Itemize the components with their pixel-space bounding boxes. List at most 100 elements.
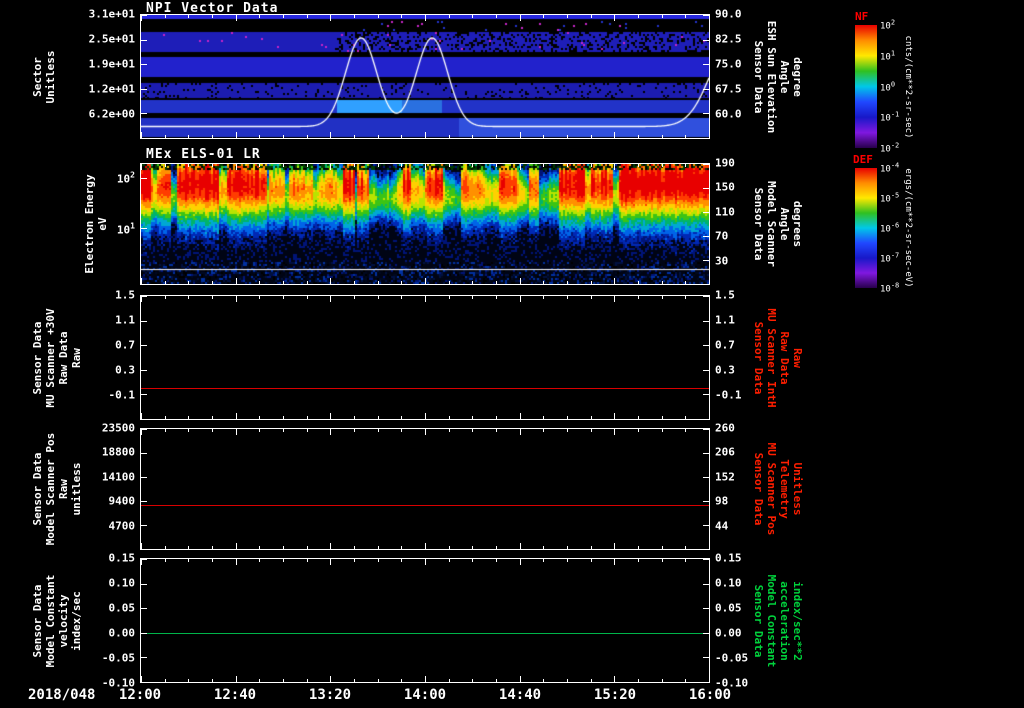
y-tick-label: 0.00 [108,626,136,640]
y-tick-mark [703,236,709,237]
y-tick-label: 0.15 [715,551,742,565]
x-tick-mark [307,429,308,432]
y-tick-label: 260 [715,421,735,435]
y-tick-mark [703,453,709,454]
y-tick-mark [141,501,147,502]
y-tick-label: 0.7 [115,338,135,352]
x-tick-mark [165,416,166,419]
x-tick-mark [212,679,213,682]
x-tick-mark [212,15,213,18]
colorbar-tick-label: 10-2 [880,141,900,155]
x-tick-mark [685,559,686,562]
x-tick-mark [709,132,710,138]
y-tick-label: 150 [715,180,735,194]
x-tick-mark [591,546,592,549]
x-tick-mark [354,679,355,682]
y-tick-label: 98 [715,494,729,508]
x-tick-mark [212,546,213,549]
y-tick-label: 101 [116,221,135,237]
colorbar-units-def: ergs/(cm**2-sr-sec-eV) [903,168,913,288]
colorbar-tick-label: 10-7 [880,251,900,265]
x-tick-mark [165,15,166,18]
x-tick-mark [567,679,568,682]
x-tick-mark [330,676,331,682]
y-tick-mark [141,584,147,585]
y-tick-mark [141,453,147,454]
x-tick-mark [449,559,450,562]
y-tick-label: 1.1 [115,313,135,327]
y-tick-mark [141,657,147,658]
y-tick-mark [703,370,709,371]
x-tick-mark [685,546,686,549]
x-axis-date-label: 2018/048 [28,687,96,703]
y-tick-label: 0.15 [108,551,136,565]
x-tick-mark [449,281,450,284]
x-tick-mark [378,164,379,167]
x-tick-mark [567,296,568,299]
x-tick-mark [638,429,639,432]
x-tick-mark [472,135,473,138]
x-tick-mark [259,546,260,549]
x-tick-mark [449,15,450,18]
y-tick-label: 1.9e+01 [88,57,135,71]
x-tick-mark [638,679,639,682]
x-tick-mark [259,164,260,167]
x-tick-mark [330,543,331,549]
x-tick-mark [709,164,710,170]
y-tick-label: -0.1 [715,388,742,402]
x-tick-mark [685,164,686,167]
x-tick-mark [614,132,615,138]
panel-els [140,163,710,285]
x-tick-mark [165,429,166,432]
x-tick-mark [378,546,379,549]
colorbar-label-nf: NF [855,10,869,23]
x-tick-mark [638,546,639,549]
x-tick-mark [307,559,308,562]
colorbar-tick-label: 10-1 [880,110,900,124]
x-tick-mark [638,135,639,138]
y-tick-label: 206 [715,445,735,459]
x-tick-mark [567,164,568,167]
x-tick-mark [283,281,284,284]
y-tick-mark [703,89,709,90]
x-tick-mark [425,278,426,284]
x-axis-tick-label: 12:00 [118,687,162,703]
x-tick-mark [236,413,237,419]
x-tick-mark [614,413,615,419]
left-axis-label-npi: Sector Unitless [31,50,57,103]
x-tick-mark [638,416,639,419]
x-tick-mark [496,15,497,18]
x-tick-mark [496,429,497,432]
y-tick-mark [703,584,709,585]
x-tick-mark [378,559,379,562]
x-tick-mark [543,416,544,419]
y-tick-mark [141,633,147,634]
x-tick-mark [425,15,426,21]
y-tick-mark [141,40,147,41]
y-tick-mark [703,657,709,658]
x-tick-mark [449,416,450,419]
right-axis-label-els: degrees Angle Model Scanner Sensor Data [752,180,804,268]
x-tick-mark [212,429,213,432]
x-tick-mark [236,132,237,138]
x-tick-mark [188,679,189,682]
data-line-model-constant [141,633,709,634]
y-tick-mark [703,40,709,41]
x-tick-mark [449,546,450,549]
x-tick-mark [543,429,544,432]
x-axis-tick-label: 16:00 [688,687,732,703]
x-tick-mark [449,679,450,682]
x-tick-mark [283,296,284,299]
x-tick-mark [236,676,237,682]
y-tick-mark [141,608,147,609]
x-tick-mark [567,559,568,562]
x-tick-mark [165,164,166,167]
x-tick-mark [614,559,615,565]
x-tick-mark [188,559,189,562]
y-tick-mark [703,164,709,165]
x-tick-mark [259,281,260,284]
y-tick-label: 18800 [101,445,135,459]
panel-mu-scanner [140,295,710,420]
x-tick-mark [330,413,331,419]
x-tick-mark [520,543,521,549]
